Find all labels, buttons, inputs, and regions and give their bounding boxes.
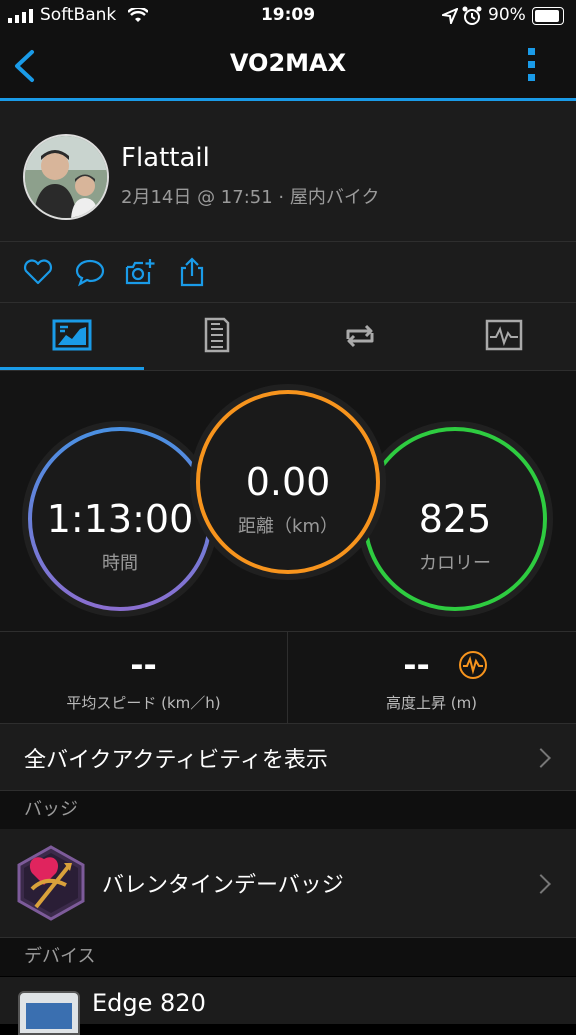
distance-label: 距離（km） (238, 516, 338, 537)
time-label: 時間 (102, 553, 138, 574)
more-vertical-icon[interactable] (526, 46, 538, 82)
elevation-metric: -- 高度上昇 (m) (288, 632, 575, 723)
repeat-laps-icon (346, 324, 374, 348)
tab-laps[interactable] (288, 303, 432, 369)
waveform-chart-icon (485, 319, 523, 351)
camera-add-icon[interactable] (124, 256, 156, 288)
activity-meta: 2月14日 @ 17:51 · 屋内バイク (121, 187, 380, 208)
distance-value: 0.00 (245, 460, 331, 504)
calories-value: 825 (418, 497, 492, 541)
device-name: Edge 820 (92, 989, 206, 1017)
device-row[interactable]: Edge 820 (0, 977, 576, 1035)
edge-device-icon (18, 991, 80, 1035)
badges-section-header: バッジ (0, 791, 576, 829)
chevron-right-icon (531, 874, 551, 894)
tab-stats[interactable] (0, 303, 144, 369)
valentine-badge-icon (17, 845, 85, 921)
activity-tabs (0, 303, 576, 371)
social-actions-bar (0, 242, 576, 303)
elevation-value: -- (403, 646, 430, 684)
summary-stats: 1:13:00 時間 825 カロリー 0.00 距離（km） (0, 371, 576, 632)
document-list-icon (204, 317, 230, 353)
active-tab-indicator (0, 367, 144, 370)
avg-speed-label: 平均スピード (km／h) (66, 694, 221, 712)
badge-name: バレンタインデーバッジ (102, 873, 344, 898)
activity-header: Flattail 2月14日 @ 17:51 · 屋内バイク (0, 101, 576, 242)
chevron-right-icon (531, 748, 551, 768)
comment-icon[interactable] (74, 256, 106, 288)
battery-icon (532, 7, 564, 25)
time-stat[interactable]: 1:13:00 時間 (30, 429, 210, 609)
all-bike-activities-link[interactable]: 全バイクアクティビティを表示 (0, 724, 576, 791)
calories-stat[interactable]: 825 カロリー (365, 429, 545, 609)
page-title: VO2MAX (229, 49, 347, 77)
share-icon[interactable] (176, 256, 208, 288)
calories-label: カロリー (419, 553, 491, 574)
location-icon (442, 8, 458, 24)
badges-header: バッジ (24, 799, 78, 820)
status-bar: SoftBank 19:09 90% (0, 0, 576, 32)
badge-row[interactable]: バレンタインデーバッジ (0, 829, 576, 938)
user-name[interactable]: Flattail (121, 143, 210, 173)
tab-charts[interactable] (432, 303, 576, 369)
battery-percent: 90% (488, 5, 526, 25)
tab-details[interactable] (144, 303, 288, 369)
nav-bar: VO2MAX (0, 32, 576, 101)
elevation-label: 高度上昇 (m) (385, 694, 478, 712)
heart-icon[interactable] (22, 256, 54, 288)
avg-speed-value: -- (130, 646, 157, 684)
alarm-icon (462, 6, 482, 25)
devices-section-header: デバイス (0, 938, 576, 976)
all-bike-activities-label: 全バイクアクティビティを表示 (24, 748, 328, 773)
elevation-wave-icon (459, 651, 487, 679)
time-value: 1:13:00 (46, 497, 194, 541)
distance-stat[interactable]: 0.00 距離（km） (198, 392, 378, 572)
avatar[interactable] (23, 134, 109, 220)
devices-header: デバイス (24, 946, 96, 967)
avg-speed-metric: -- 平均スピード (km／h) (0, 632, 288, 723)
stats-chart-icon (52, 319, 92, 351)
metrics-row: -- 平均スピード (km／h) -- 高度上昇 (m) (0, 632, 576, 724)
